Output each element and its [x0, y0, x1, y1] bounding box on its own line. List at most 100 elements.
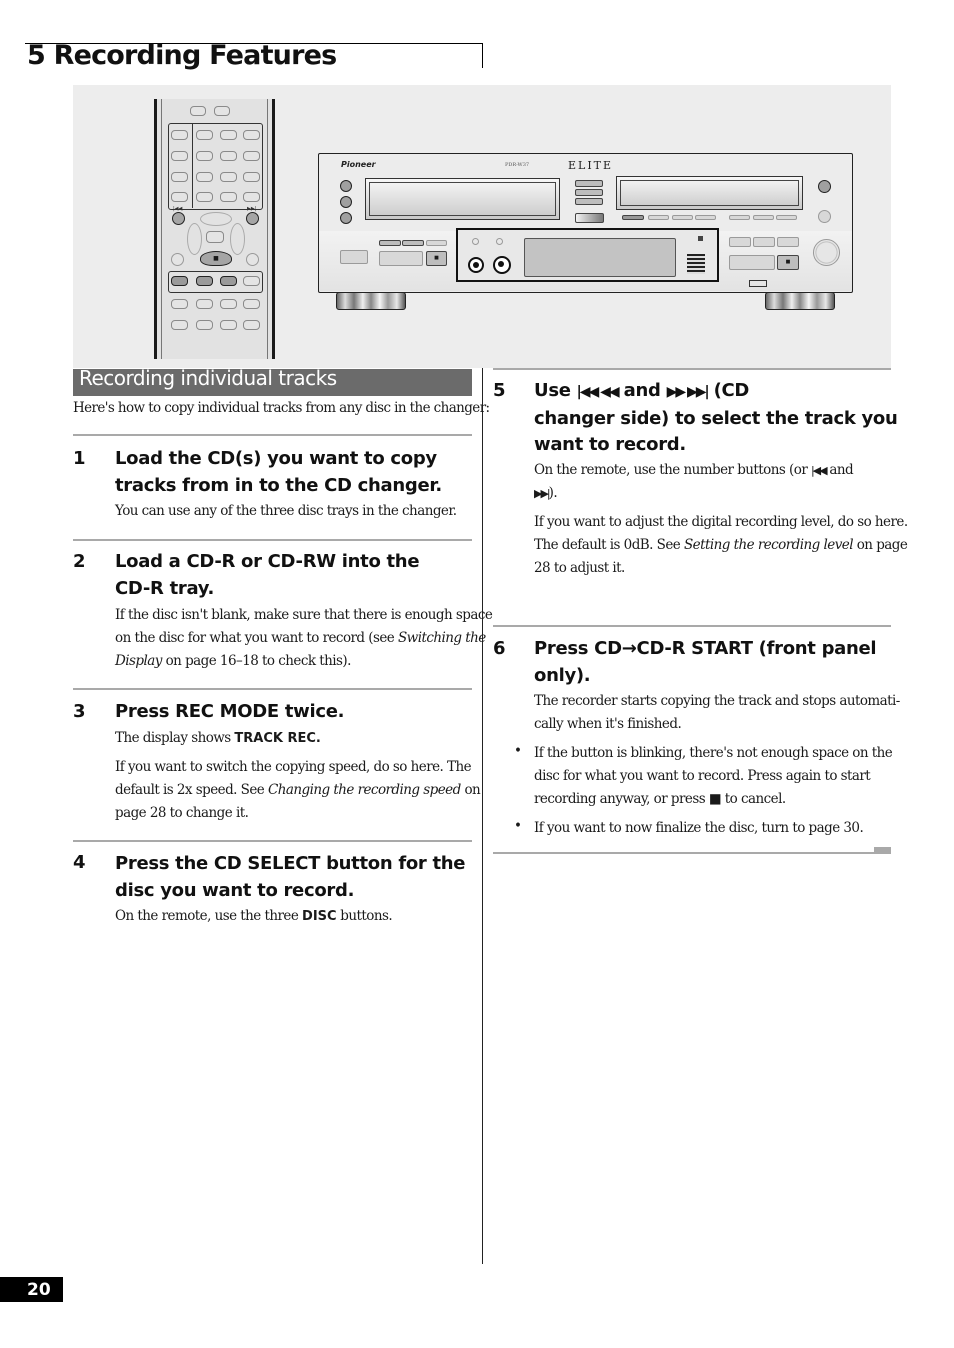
step-number: 4: [73, 852, 86, 873]
step-number: 3: [73, 701, 86, 722]
body-line: The recorder starts copying the track an…: [534, 693, 900, 709]
remote-button: [196, 299, 213, 309]
cdr-play-button: [729, 255, 775, 270]
remote-disc-button: [171, 276, 188, 286]
heading-text: Press CD: [534, 638, 622, 659]
body-line: 28 to adjust it.: [534, 560, 625, 576]
remote-button: [220, 172, 237, 182]
step-number: 2: [73, 551, 86, 572]
button-name: DISC: [302, 909, 337, 924]
body-text: On the remote, use the three: [115, 908, 303, 924]
cdr-button: [753, 237, 775, 247]
body-text: On the remote, use the number buttons (o…: [534, 462, 811, 478]
remote-button: [243, 192, 260, 202]
cdr-button: [818, 210, 831, 223]
step-number: 5: [493, 380, 506, 401]
remote-button: [220, 151, 237, 161]
body-line: Display on page 16–18 to check this).: [115, 650, 492, 673]
remote-button: [171, 130, 188, 140]
step-heading: Use |◀◀ ◀◀ and ▶▶ ▶▶| (CD changer side) …: [534, 378, 898, 459]
cdrw-logo: [749, 280, 767, 287]
body-text: recording anyway, or press: [534, 791, 709, 807]
remote-dpad-center: [206, 231, 224, 243]
remote-button: [243, 172, 260, 182]
indicator-led: [472, 238, 479, 245]
skip-back-icon: |◀◀: [810, 464, 828, 477]
step-number: 6: [493, 638, 506, 659]
cdr-control-button: [672, 215, 693, 220]
level-knob: [813, 239, 840, 266]
body-text: and: [825, 462, 854, 478]
bullet-item: If the button is blinking, there's not e…: [534, 742, 893, 811]
chapter-title: 5 Recording Features: [27, 40, 337, 71]
step-divider: [493, 625, 891, 627]
page-number: 20: [27, 1280, 51, 1300]
cross-reference: Switching the: [397, 630, 486, 646]
remote-group-divider: [192, 123, 193, 208]
cross-reference: Setting the recording level: [683, 537, 854, 553]
heading-text: and: [617, 380, 667, 401]
series-label: ELITE: [568, 159, 614, 172]
step-heading-line: want to record.: [534, 434, 686, 455]
remote-button: [171, 172, 188, 182]
fast-forward-skip-icon: ▶▶ ▶▶|: [666, 384, 710, 400]
step-divider: [73, 434, 472, 436]
remote-button: [171, 320, 188, 330]
deck-foot: [765, 292, 835, 310]
remote-dpad-up: [200, 212, 232, 226]
body-line: If you want to switch the copying speed,…: [115, 759, 472, 775]
step-heading-line: Press the CD SELECT button for the: [115, 853, 466, 874]
deck-foot: [336, 292, 406, 310]
remote-button: [171, 192, 188, 202]
step-body: You can use any of the three disc trays …: [115, 503, 457, 519]
step-heading-line: Load a CD-R or CD-RW into the: [115, 551, 420, 572]
remote-sensor: [698, 236, 703, 241]
step-heading-line: Use |◀◀ ◀◀ and ▶▶ ▶▶| (CD: [534, 378, 897, 406]
step-number: 1: [73, 448, 86, 469]
lcd-display: [524, 238, 676, 277]
step-body: The display shows TRACK REC.: [115, 727, 321, 750]
cd-to-cdr-start-button: [575, 213, 604, 223]
remote-button: [243, 320, 260, 330]
power-button: [340, 250, 368, 264]
section-intro: Here's how to copy individual tracks fro…: [73, 400, 490, 416]
body-text: default is 2x speed. See: [115, 782, 268, 798]
step-heading-line: only).: [534, 664, 591, 686]
remote-button: [196, 151, 213, 161]
disc-select-button: [575, 189, 603, 196]
stop-icon: ■: [434, 255, 439, 261]
step-divider: [73, 688, 472, 690]
remote-button: [243, 299, 260, 309]
remote-prev-button: [172, 212, 185, 225]
remote-button: [243, 151, 260, 161]
arrow-right-icon: →: [621, 638, 637, 659]
brand-logo: Pioneer: [341, 160, 376, 169]
remote-button: [220, 130, 237, 140]
remote-stop-button: ■: [200, 251, 232, 266]
step-body: The recorder starts copying the track an…: [534, 690, 900, 736]
body-line: If you want to now finalize the disc, tu…: [534, 820, 864, 836]
chapter-rule-tick: [482, 43, 483, 68]
remote-button: [190, 106, 206, 116]
step-heading-line: changer side) to select the track you: [534, 407, 898, 429]
cd-control-button: [402, 240, 424, 246]
body-line: recording anyway, or press ■ to cancel.: [534, 788, 892, 811]
step-body: On the remote, use the number buttons (o…: [534, 459, 884, 505]
cdr-eject-button: [818, 180, 831, 193]
remote-button: [243, 276, 260, 286]
section-end-marker: [874, 847, 891, 854]
cd-play-button: [379, 251, 423, 266]
body-text: The display shows: [115, 730, 235, 746]
remote-button: [196, 130, 213, 140]
step-heading: Press REC MODE twice.: [115, 701, 345, 722]
step-heading: Press CD→CD-R START (front panel only).: [534, 636, 877, 689]
body-line: If the button is blinking, there's not e…: [534, 745, 893, 761]
remote-button: [196, 320, 213, 330]
remote-disc-button: [196, 276, 213, 286]
body-text: on: [460, 782, 481, 798]
step-heading: Load a CD-R or CD-RW into the CD-R tray.: [115, 549, 420, 602]
skip-forward-icon: ▶▶|: [534, 487, 551, 500]
step-heading-line: Press CD→CD-R START (front panel: [534, 636, 877, 663]
step-divider: [73, 840, 472, 842]
cdr-button: [777, 237, 799, 247]
